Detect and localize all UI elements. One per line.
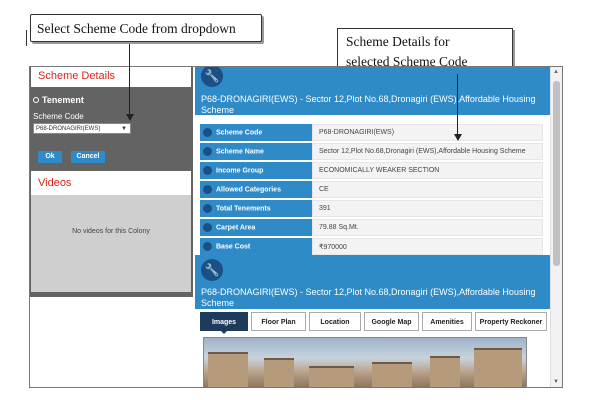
table-row: Carpet Area 79.88 Sq.Mt. — [200, 219, 543, 236]
row-label-cell: Base Cost — [200, 238, 312, 255]
callout-bracket — [26, 30, 27, 46]
videos-placeholder: No videos for this Colony — [31, 195, 191, 292]
row-label-cell: Total Tenements — [200, 200, 312, 217]
table-row: Scheme Code P68-DRONAGIRI(EWS) — [200, 124, 543, 141]
row-value: 391 — [312, 200, 543, 217]
arrow-head-icon — [454, 134, 462, 141]
scheme-photo[interactable] — [203, 337, 527, 387]
row-value: CE — [312, 181, 543, 198]
building-shape — [372, 362, 412, 387]
tenement-radio[interactable]: Tenement — [33, 95, 84, 105]
table-row: Total Tenements 391 — [200, 200, 543, 217]
row-label: Scheme Name — [216, 148, 264, 156]
building-shape — [430, 356, 460, 387]
gallery-tabs: Images Floor Plan Location Google Map Am… — [200, 312, 547, 334]
tenement-label: Tenement — [42, 95, 84, 105]
radio-icon[interactable] — [33, 96, 39, 103]
row-value: Sector 12,Plot No.68,Dronagiri (EWS),Aff… — [312, 143, 543, 160]
cancel-button[interactable]: Cancel — [71, 151, 105, 163]
callout-arrow-right — [457, 74, 458, 136]
scrollbar[interactable]: ▲ ▼ — [550, 67, 562, 387]
tab-images[interactable]: Images — [200, 312, 248, 331]
row-label: Allowed Categories — [216, 186, 281, 194]
table-row: Allowed Categories CE — [200, 181, 543, 198]
left-panel: Scheme Details Tenement Scheme Code P68-… — [30, 67, 193, 297]
wrench-bullet-icon — [203, 128, 212, 137]
callout-select-scheme: Select Scheme Code from dropdown — [30, 14, 262, 42]
wrench-bullet-icon — [203, 223, 212, 232]
gallery-title: P68-DRONAGIRI(EWS) - Sector 12,Plot No.6… — [201, 287, 536, 308]
wrench-bullet-icon — [203, 147, 212, 156]
row-value: ₹970000 — [312, 238, 543, 255]
wrench-bullet-icon — [203, 204, 212, 213]
table-row: Income Group ECONOMICALLY WEAKER SECTION — [200, 162, 543, 179]
wrench-icon: 🔧 — [201, 259, 223, 281]
tab-floor-plan[interactable]: Floor Plan — [251, 312, 306, 331]
scroll-down-icon[interactable]: ▼ — [553, 379, 559, 385]
tab-google-map[interactable]: Google Map — [364, 312, 419, 331]
scheme-details-table: Scheme Code P68-DRONAGIRI(EWS) Scheme Name… — [200, 122, 543, 257]
callout-line-1: Scheme Details for — [346, 34, 450, 49]
row-label-cell: Carpet Area — [200, 219, 312, 236]
building-shape — [309, 366, 354, 387]
building-shape — [208, 352, 248, 387]
row-label: Scheme Code — [216, 129, 263, 137]
tab-amenities[interactable]: Amenities — [422, 312, 472, 331]
wrench-icon: 🔧 — [201, 67, 223, 87]
scheme-details-heading: Scheme Details — [31, 67, 191, 87]
row-value: ECONOMICALLY WEAKER SECTION — [312, 162, 543, 179]
row-label: Income Group — [216, 167, 264, 175]
row-label-cell: Allowed Categories — [200, 181, 312, 198]
active-tab-indicator — [220, 330, 228, 334]
scheme-code-select[interactable]: P68-DRONAGIRI(EWS) ▼ — [33, 123, 131, 134]
scroll-up-icon[interactable]: ▲ — [553, 69, 559, 75]
row-label: Carpet Area — [216, 224, 256, 232]
scheme-title: P68-DRONAGIRI(EWS) - Sector 12,Plot No.6… — [201, 94, 536, 115]
row-value: 79.88 Sq.Mt. — [312, 219, 543, 236]
chevron-down-icon: ▼ — [121, 126, 127, 132]
application-window: Scheme Details Tenement Scheme Code P68-… — [29, 66, 563, 388]
wrench-bullet-icon — [203, 185, 212, 194]
tab-location[interactable]: Location — [309, 312, 361, 331]
ok-button[interactable]: Ok — [38, 151, 62, 163]
row-label-cell: Income Group — [200, 162, 312, 179]
videos-heading: Videos — [31, 171, 191, 195]
scheme-code-value: P68-DRONAGIRI(EWS) — [36, 126, 101, 132]
row-label: Total Tenements — [216, 205, 271, 213]
wrench-bullet-icon — [203, 166, 212, 175]
building-shape — [474, 348, 522, 387]
wrench-bullet-icon — [203, 242, 212, 251]
tab-property-reckoner[interactable]: Property Reckoner — [475, 312, 547, 331]
row-value: P68-DRONAGIRI(EWS) — [312, 124, 543, 141]
gallery-header: 🔧 P68-DRONAGIRI(EWS) - Sector 12,Plot No… — [195, 255, 550, 309]
scrollbar-thumb[interactable] — [553, 81, 560, 266]
arrow-head-icon — [126, 114, 134, 121]
scheme-code-label: Scheme Code — [33, 112, 84, 121]
row-label-cell: Scheme Code — [200, 124, 312, 141]
callout-arrow-left — [129, 44, 130, 116]
scheme-detail-area: 🔧 P68-DRONAGIRI(EWS) - Sector 12,Plot No… — [195, 67, 550, 387]
table-row: Base Cost ₹970000 — [200, 238, 543, 255]
table-row: Scheme Name Sector 12,Plot No.68,Dronagir… — [200, 143, 543, 160]
row-label-cell: Scheme Name — [200, 143, 312, 160]
scheme-details-header: 🔧 P68-DRONAGIRI(EWS) - Sector 12,Plot No… — [195, 67, 550, 115]
row-label: Base Cost — [216, 243, 251, 251]
building-shape — [264, 358, 294, 387]
